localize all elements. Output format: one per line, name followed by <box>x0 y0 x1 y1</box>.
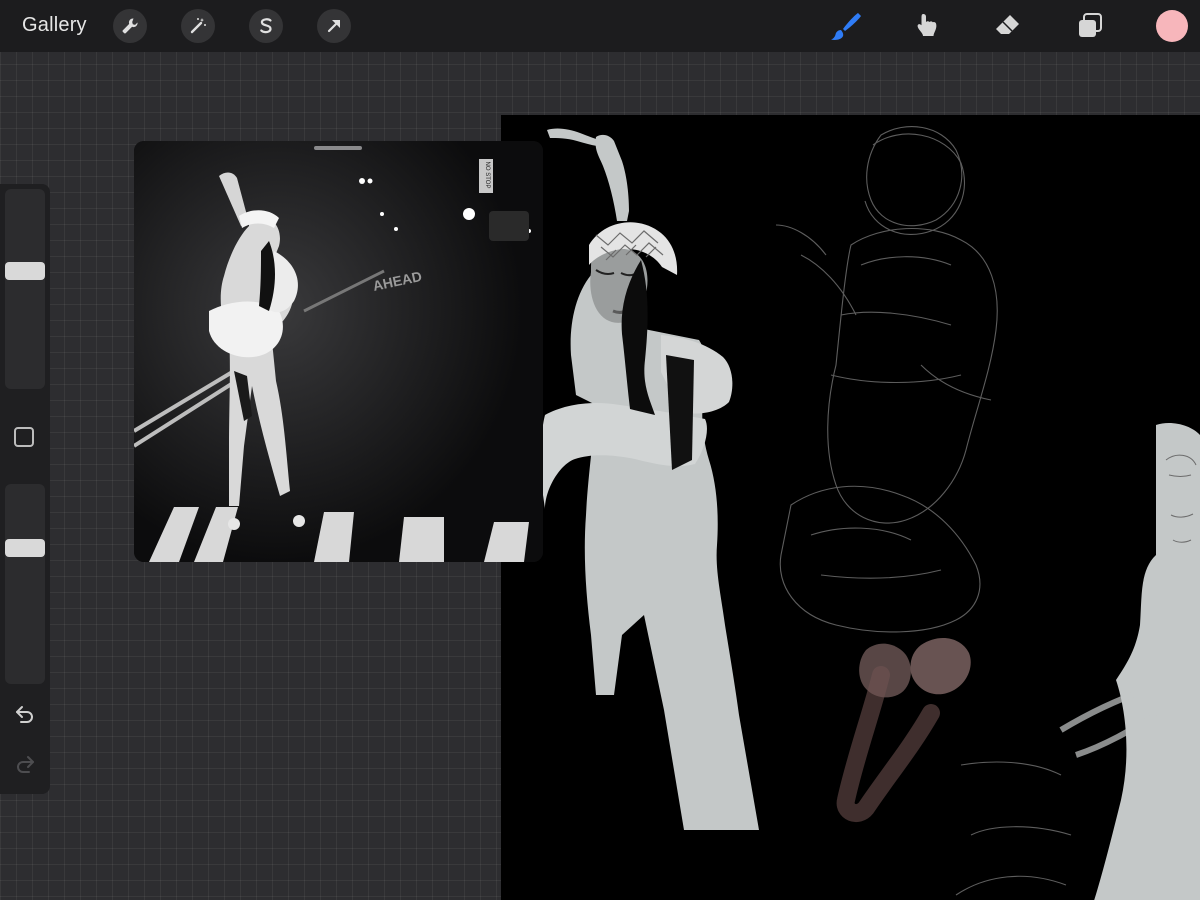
layers-icon <box>1079 13 1102 37</box>
color-picker-button[interactable] <box>1156 10 1188 42</box>
street-sign-text: NO STOP <box>484 162 490 189</box>
transform-arrow-icon <box>327 20 340 33</box>
reference-window[interactable]: NO STOP AHEAD <box>134 141 543 562</box>
pink-sketch <box>836 638 971 822</box>
drawing-canvas[interactable] <box>501 115 1200 900</box>
artwork <box>540 126 1200 900</box>
reference-photo: NO STOP AHEAD <box>134 141 543 562</box>
brush-size-thumb[interactable] <box>5 261 45 280</box>
pencil-sketch <box>775 126 1072 896</box>
actions-button[interactable] <box>113 9 147 43</box>
smudge-tool-button[interactable] <box>907 6 947 46</box>
wrench-icon <box>122 18 138 34</box>
top-toolbar: Gallery <box>0 0 1200 52</box>
transform-button[interactable] <box>317 9 351 43</box>
adjustments-button[interactable] <box>181 9 215 43</box>
gallery-button[interactable]: Gallery <box>22 14 87 37</box>
eraser-tool-button[interactable] <box>988 6 1028 46</box>
reference-drag-handle[interactable] <box>314 146 362 150</box>
brush-tool-button[interactable] <box>825 6 865 46</box>
modify-button[interactable] <box>14 427 34 447</box>
painted-figure <box>540 128 759 830</box>
brush-icon <box>831 13 861 40</box>
undo-icon <box>16 706 33 723</box>
layers-button[interactable] <box>1070 6 1110 46</box>
eraser-icon <box>996 15 1019 34</box>
undo-button[interactable] <box>11 700 39 728</box>
opacity-thumb[interactable] <box>5 538 45 557</box>
opacity-slider[interactable] <box>5 484 45 684</box>
redo-button[interactable] <box>11 750 39 778</box>
magic-wand-icon <box>190 18 206 34</box>
selection-s-icon <box>260 18 272 34</box>
redo-icon <box>17 756 34 773</box>
selection-button[interactable] <box>249 9 283 43</box>
brush-size-slider[interactable] <box>5 189 45 389</box>
second-figure <box>1059 423 1200 900</box>
smudge-icon <box>917 14 937 36</box>
left-sidebar <box>0 184 50 794</box>
